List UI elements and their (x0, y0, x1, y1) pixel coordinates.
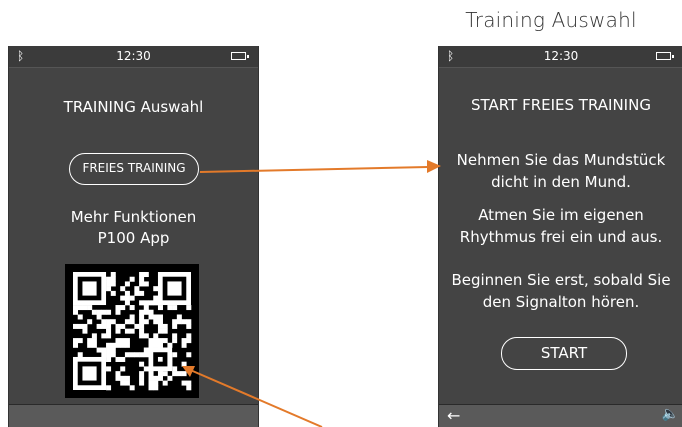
annotation-arrows (182, 160, 441, 427)
arrowhead (427, 160, 441, 173)
arrow-group (182, 160, 441, 427)
arrow-qr-code-pointer (187, 368, 323, 427)
arrow-free-training-to-start-screen (199, 166, 429, 173)
